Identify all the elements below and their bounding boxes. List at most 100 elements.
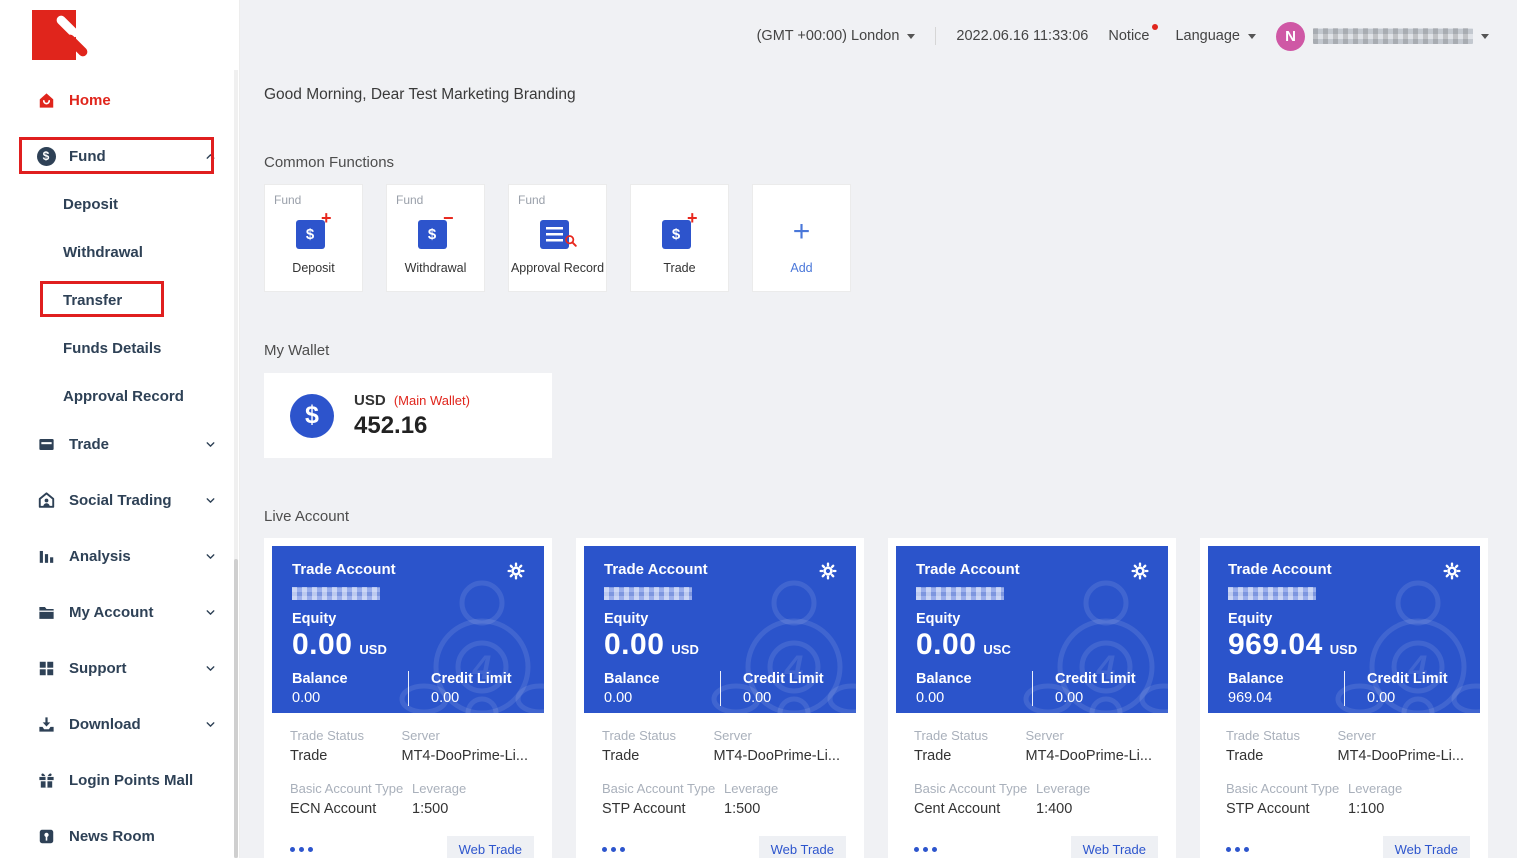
wallet-card[interactable]: $ USD (Main Wallet) 452.16 <box>264 373 552 458</box>
account-type-label: Basic Account Type <box>602 781 718 796</box>
server-label: Server <box>402 728 529 743</box>
trade-status-label: Trade Status <box>914 728 1020 743</box>
fn-card-tag: Fund <box>387 185 484 207</box>
plus-glyph: + <box>784 215 820 249</box>
credit-limit-label: Credit Limit <box>431 671 512 687</box>
fn-card-trade[interactable]: $ + Trade <box>630 184 729 292</box>
sidebar-item-approval-record[interactable]: Approval Record <box>0 376 239 416</box>
scrollbar-thumb[interactable] <box>234 559 238 858</box>
datetime-label: 2022.06.16 11:33:06 <box>956 28 1088 44</box>
fn-card-withdrawal[interactable]: Fund $ − Withdrawal <box>386 184 485 292</box>
sidebar-item-home[interactable]: Home <box>0 80 239 120</box>
chevron-down-icon <box>204 662 217 675</box>
sidebar-item-label: Deposit <box>63 196 118 213</box>
trade-status-label: Trade Status <box>602 728 708 743</box>
equity-value: 0.00 <box>916 628 976 662</box>
account-type-label: Basic Account Type <box>290 781 406 796</box>
web-trade-button[interactable]: Web Trade <box>1071 836 1158 858</box>
sidebar-item-support[interactable]: Support <box>0 648 239 688</box>
chevron-down-icon <box>204 550 217 563</box>
fn-card-tag: Fund <box>265 185 362 207</box>
sidebar-item-label: Fund <box>69 148 106 165</box>
fn-card-label: Add <box>753 261 850 275</box>
more-actions-button[interactable] <box>914 847 937 852</box>
account-card-title: Trade Account <box>916 561 1020 578</box>
account-card-details: Trade Status Trade Server MT4-DooPrime-L… <box>896 713 1168 817</box>
server-value: MT4-DooPrime-Li... <box>1026 748 1153 764</box>
topbar: (GMT +00:00) London 2022.06.16 11:33:06 … <box>264 0 1489 72</box>
account-card-header: Trade Account Equity 969.04 USD Balance <box>1208 546 1480 713</box>
sidebar-item-transfer[interactable]: Transfer <box>0 280 239 320</box>
equity-value: 0.00 <box>604 628 664 662</box>
account-card-header: Trade Account Equity 0.00 USD Balance <box>584 546 856 713</box>
timezone-select[interactable]: (GMT +00:00) London <box>757 28 916 44</box>
equity-label: Equity <box>916 611 1168 627</box>
more-actions-button[interactable] <box>1226 847 1249 852</box>
sidebar-item-label: Login Points Mall <box>69 772 193 789</box>
chevron-down-icon <box>1248 34 1256 39</box>
fn-card-deposit[interactable]: Fund $ + Deposit <box>264 184 363 292</box>
more-actions-button[interactable] <box>290 847 313 852</box>
web-trade-button[interactable]: Web Trade <box>447 836 534 858</box>
sidebar-item-withdrawal[interactable]: Withdrawal <box>0 232 239 272</box>
folder-icon <box>36 602 56 622</box>
sidebar-item-login-points-mall[interactable]: Login Points Mall <box>0 760 239 800</box>
leverage-value: 1:500 <box>724 801 840 817</box>
sidebar-item-trade[interactable]: Trade <box>0 424 239 464</box>
plus-badge-icon: + <box>321 211 332 225</box>
equity-label: Equity <box>1228 611 1480 627</box>
sidebar-item-deposit[interactable]: Deposit <box>0 184 239 224</box>
chevron-down-icon <box>204 606 217 619</box>
notice-link[interactable]: Notice <box>1108 28 1155 44</box>
credit-limit-label: Credit Limit <box>1367 671 1448 687</box>
fn-card-approval-record[interactable]: Fund Approval Record <box>508 184 607 292</box>
equity-value: 969.04 <box>1228 628 1323 662</box>
sidebar-item-social-trading[interactable]: Social Trading <box>0 480 239 520</box>
dollar-circle-icon: $ <box>290 394 334 438</box>
equity-currency: USD <box>1330 642 1357 657</box>
fn-card-tag <box>631 185 728 207</box>
sidebar-item-funds-details[interactable]: Funds Details <box>0 328 239 368</box>
account-card: Trade Account Equity 0.00 USD Balance <box>576 538 864 858</box>
account-card-details: Trade Status Trade Server MT4-DooPrime-L… <box>272 713 544 817</box>
sidebar-item-news-room[interactable]: News Room <box>0 816 239 856</box>
language-label: Language <box>1175 28 1240 44</box>
credit-limit-value: 0.00 <box>743 690 824 706</box>
web-trade-button[interactable]: Web Trade <box>1383 836 1470 858</box>
account-type-value: STP Account <box>1226 801 1342 817</box>
sidebar-item-my-account[interactable]: My Account <box>0 592 239 632</box>
trade-status-value: Trade <box>290 748 396 764</box>
fn-card-add[interactable]: + Add <box>752 184 851 292</box>
fn-card-tag: Fund <box>509 185 606 207</box>
sidebar-item-analysis[interactable]: Analysis <box>0 536 239 576</box>
leverage-value: 1:500 <box>412 801 528 817</box>
gear-icon[interactable] <box>1130 561 1150 581</box>
language-select[interactable]: Language <box>1175 28 1256 44</box>
sidebar-item-label: Download <box>69 716 141 733</box>
equity-label: Equity <box>604 611 856 627</box>
equity-currency: USC <box>983 642 1010 657</box>
sidebar-item-fund[interactable]: $ Fund <box>0 136 239 176</box>
trade-status-label: Trade Status <box>1226 728 1332 743</box>
sidebar-scrollbar[interactable] <box>234 70 238 858</box>
user-menu[interactable]: N <box>1276 22 1489 51</box>
fn-card-label: Trade <box>631 261 728 275</box>
account-type-label: Basic Account Type <box>1226 781 1342 796</box>
dollar-circle-icon: $ <box>36 146 56 166</box>
gear-icon[interactable] <box>818 561 838 581</box>
sidebar-item-label: News Room <box>69 828 155 845</box>
leverage-label: Leverage <box>412 781 528 796</box>
sidebar-item-download[interactable]: Download <box>0 704 239 744</box>
dooprime-logo-icon[interactable] <box>32 10 90 68</box>
server-value: MT4-DooPrime-Li... <box>402 748 529 764</box>
trade-status-value: Trade <box>602 748 708 764</box>
gear-icon[interactable] <box>506 561 526 581</box>
fn-card-label: Deposit <box>265 261 362 275</box>
account-number-redacted <box>916 587 1004 600</box>
account-card-details: Trade Status Trade Server MT4-DooPrime-L… <box>1208 713 1480 817</box>
account-card-header: Trade Account Equity 0.00 USC Balance <box>896 546 1168 713</box>
gear-icon[interactable] <box>1442 561 1462 581</box>
web-trade-button[interactable]: Web Trade <box>759 836 846 858</box>
logo-container <box>0 0 239 80</box>
more-actions-button[interactable] <box>602 847 625 852</box>
